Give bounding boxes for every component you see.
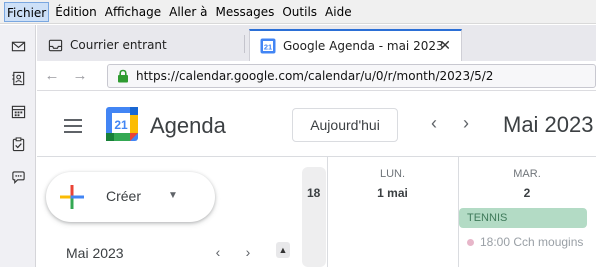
mini-next-chevron-icon[interactable]: ›	[240, 244, 256, 260]
back-arrow-icon[interactable]: ←	[43, 67, 61, 85]
next-period-chevron-icon[interactable]: ›	[457, 114, 475, 132]
chat-icon[interactable]	[9, 168, 27, 186]
calendar-icon[interactable]	[9, 102, 27, 120]
mail-icon[interactable]	[9, 37, 27, 55]
day-number-monday[interactable]: 1 mai	[327, 186, 458, 200]
url-bar[interactable]: https://calendar.google.com/calendar/u/0…	[107, 64, 596, 88]
menu-messages[interactable]: Messages	[214, 2, 277, 22]
mini-prev-chevron-icon[interactable]: ‹	[210, 244, 226, 260]
tab-google-agenda[interactable]: 21 Google Agenda - mai 2023 ✕	[249, 29, 462, 61]
create-label: Créer	[106, 188, 142, 204]
forward-arrow-icon[interactable]: →	[71, 67, 89, 85]
menu-bar: Fichier Édition Affichage Aller à Messag…	[0, 0, 596, 24]
google-calendar-logo: 21	[106, 107, 138, 141]
today-button[interactable]: Aujourd'hui	[292, 108, 398, 142]
menu-fichier[interactable]: Fichier	[4, 1, 50, 22]
menu-aide[interactable]: Aide	[323, 2, 354, 22]
url-text: https://calendar.google.com/calendar/u/0…	[136, 69, 494, 83]
plus-icon	[60, 185, 84, 209]
prev-period-chevron-icon[interactable]: ‹	[425, 114, 443, 132]
week-number-column	[302, 167, 326, 267]
day-number-tuesday[interactable]: 2	[458, 186, 596, 200]
app-name: Agenda	[150, 113, 226, 138]
menu-outils[interactable]: Outils	[280, 2, 319, 22]
day-name-monday: LUN.	[379, 168, 406, 180]
google-calendar-icon: 21	[260, 38, 276, 54]
mini-calendar-title: Mai 2023	[66, 245, 124, 261]
day-name-tuesday: MAR.	[513, 168, 541, 180]
menu-edition[interactable]: Édition	[53, 2, 99, 22]
tab-label: Courrier entrant	[70, 38, 167, 52]
tasks-icon[interactable]	[9, 135, 27, 153]
svg-text:21: 21	[114, 118, 128, 132]
svg-text:21: 21	[264, 43, 272, 52]
inbox-icon	[47, 37, 63, 53]
event-dot-icon	[467, 239, 474, 247]
create-button[interactable]: Créer ▼	[46, 172, 215, 222]
tab-inbox[interactable]: Courrier entrant	[37, 29, 245, 61]
calendar-app: 21 Agenda Aujourd'hui ‹ › Mai 2023 Créer…	[37, 92, 596, 267]
week-number: 18	[307, 186, 321, 200]
month-title: Mai 2023	[503, 112, 594, 137]
event-cch-mougins[interactable]: 18:00 Cch mougins	[467, 235, 583, 249]
dropdown-caret-icon[interactable]: ▼	[168, 190, 178, 201]
scroll-up-arrow-icon[interactable]: ▲	[276, 242, 290, 258]
menu-aller-a[interactable]: Aller à	[167, 2, 209, 22]
navigation-bar: ← → https://calendar.google.com/calendar…	[37, 61, 596, 91]
event-tennis[interactable]: TENNIS	[459, 208, 587, 228]
header-divider	[37, 156, 596, 157]
tab-label: Google Agenda - mai 2023	[283, 39, 444, 53]
close-icon[interactable]: ✕	[439, 38, 451, 54]
hamburger-menu-icon[interactable]	[64, 119, 82, 133]
tab-strip: Courrier entrant 21 Google Agenda - mai …	[37, 25, 596, 61]
menu-affichage[interactable]: Affichage	[103, 2, 163, 22]
tab-separator	[244, 35, 245, 53]
spaces-toolbar	[0, 25, 36, 267]
event-label: 18:00 Cch mougins	[480, 235, 584, 249]
lock-icon	[118, 69, 128, 83]
address-book-icon[interactable]	[9, 69, 27, 87]
